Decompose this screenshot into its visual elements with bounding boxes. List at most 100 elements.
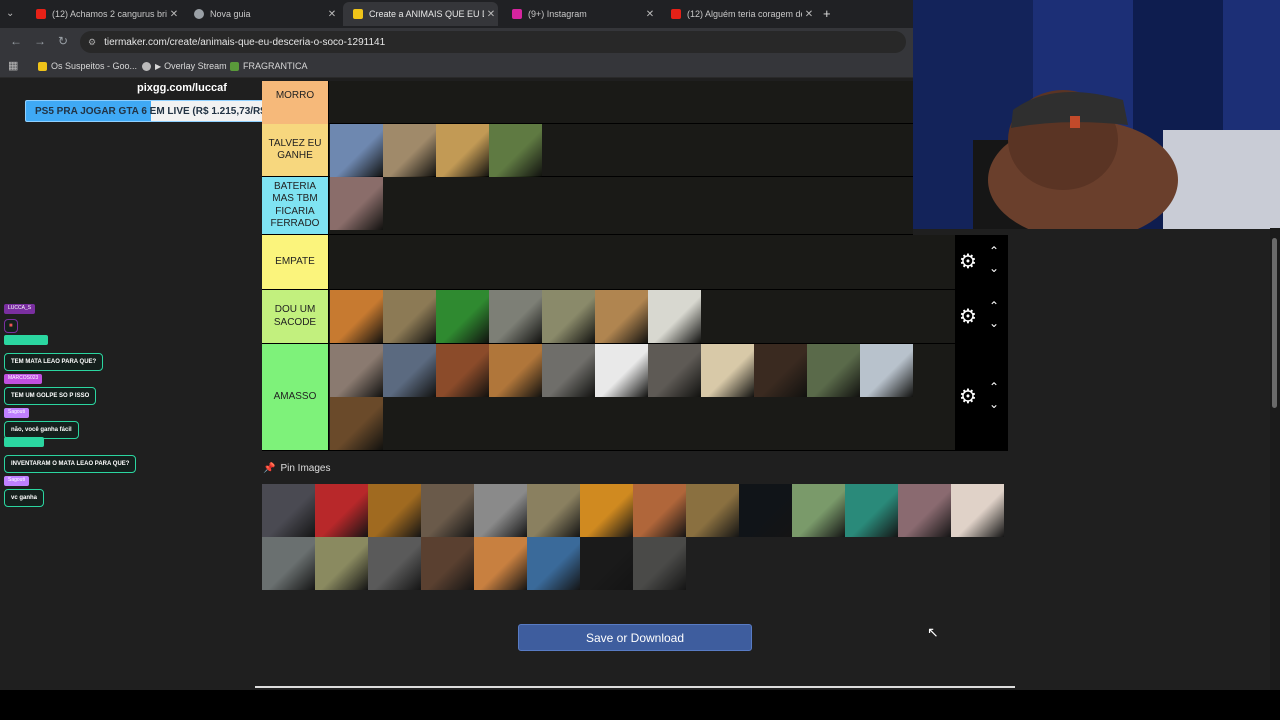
animal-image-thumbnail[interactable] [474,537,527,590]
bookmark-item[interactable]: Os Suspeitos - Goo... [38,61,137,71]
animal-image-thumbnail[interactable] [330,397,383,450]
animal-image-thumbnail[interactable] [368,537,421,590]
animal-image-thumbnail[interactable] [595,290,648,343]
animal-image-thumbnail[interactable] [421,484,474,537]
tier-controls: ⚙ ⌃ ⌄ [955,290,1008,344]
tier-label[interactable]: BATERIA MAS TBM FICARIA FERRADO [262,177,329,234]
move-tier-up-chevron-icon[interactable]: ⌃ [989,244,999,258]
animal-image-thumbnail[interactable] [262,537,315,590]
pin-images-toggle[interactable]: 📌 Pin Images [263,463,330,474]
animal-image-thumbnail[interactable] [436,344,489,397]
animal-image-thumbnail[interactable] [633,537,686,590]
tier-settings-gear-icon[interactable]: ⚙ [959,304,977,329]
close-tab-icon[interactable]: ✕ [643,9,657,20]
animal-image-thumbnail[interactable] [489,344,542,397]
animal-image-thumbnail[interactable] [580,484,633,537]
animal-image-thumbnail[interactable] [262,484,315,537]
bottom-band [0,690,1280,720]
site-info-icon[interactable]: ⚙ [88,37,96,48]
animal-image-thumbnail[interactable] [898,484,951,537]
tier-items[interactable] [330,124,913,177]
browser-tab-active[interactable]: Create a ANIMAIS QUE EU DESE ✕ [343,2,498,26]
browser-tab[interactable]: (12) Alguém teria coragem de ✕ [661,2,816,26]
animal-image-thumbnail[interactable] [542,290,595,343]
animal-image-thumbnail[interactable] [951,484,1004,537]
animal-image-thumbnail[interactable] [860,344,913,397]
chat-username: Sagouti [4,408,29,418]
animal-image-thumbnail[interactable] [648,290,701,343]
tier-row: DOU UM SACODE [262,290,955,344]
url-bar[interactable]: ⚙ tiermaker.com/create/animais-que-eu-de… [80,31,906,53]
animal-image-thumbnail[interactable] [383,344,436,397]
close-tab-icon[interactable]: ✕ [167,9,181,20]
animal-image-thumbnail[interactable] [807,344,860,397]
tier-settings-gear-icon[interactable]: ⚙ [959,384,977,409]
animal-image-thumbnail[interactable] [845,484,898,537]
bookmark-item[interactable]: FRAGRANTICA [230,61,308,71]
animal-image-thumbnail[interactable] [754,344,807,397]
browser-tab[interactable]: Nova guia ✕ [184,2,339,26]
animal-image-thumbnail[interactable] [330,290,383,343]
close-tab-icon[interactable]: ✕ [802,9,816,20]
animal-image-thumbnail[interactable] [368,484,421,537]
animal-image-thumbnail[interactable] [436,290,489,343]
animal-image-thumbnail[interactable] [633,484,686,537]
animal-image-thumbnail[interactable] [474,484,527,537]
animal-image-thumbnail[interactable] [542,344,595,397]
animal-image-thumbnail[interactable] [383,290,436,343]
tier-items[interactable] [330,290,955,343]
animal-image-thumbnail[interactable] [489,290,542,343]
apps-icon[interactable]: ▦ [8,59,18,72]
animal-image-thumbnail[interactable] [792,484,845,537]
screen: ⌄ (12) Achamos 2 cangurus brigan ✕ Nova … [0,0,1280,720]
back-icon[interactable]: ← [10,34,22,48]
animal-image-thumbnail[interactable] [383,124,436,177]
close-tab-icon[interactable]: ✕ [325,9,339,20]
animal-image-thumbnail[interactable] [489,124,542,177]
animal-image-thumbnail[interactable] [315,537,368,590]
tier-label[interactable]: EMPATE [262,235,329,289]
browser-tab[interactable]: (12) Achamos 2 cangurus brigan ✕ [26,2,181,26]
tab-title: (12) Achamos 2 cangurus brigan [52,9,167,19]
animal-image-thumbnail[interactable] [648,344,701,397]
image-pool[interactable] [262,484,1009,590]
animal-image-thumbnail[interactable] [739,484,792,537]
animal-image-thumbnail[interactable] [580,537,633,590]
animal-image-thumbnail[interactable] [436,124,489,177]
tier-row: BATERIA MAS TBM FICARIA FERRADO [262,177,913,235]
move-tier-up-chevron-icon[interactable]: ⌃ [989,380,999,394]
animal-image-thumbnail[interactable] [421,537,474,590]
animal-image-thumbnail[interactable] [527,537,580,590]
reload-icon[interactable]: ↻ [58,34,68,48]
animal-image-thumbnail[interactable] [595,344,648,397]
tier-settings-gear-icon[interactable]: ⚙ [959,249,977,274]
animal-image-thumbnail[interactable] [527,484,580,537]
scrollbar-thumb[interactable] [1272,238,1277,408]
animal-image-thumbnail[interactable] [701,344,754,397]
animal-image-thumbnail[interactable] [686,484,739,537]
animal-image-thumbnail[interactable] [330,177,383,230]
move-tier-up-chevron-icon[interactable]: ⌃ [989,299,999,313]
forward-icon[interactable]: → [34,34,46,48]
tier-items[interactable] [330,177,913,230]
animal-image-thumbnail[interactable] [330,124,383,177]
tier-label[interactable]: AMASSO [262,344,329,450]
tier-row: TALVEZ EU GANHE [262,124,913,177]
page-scrollbar[interactable] [1270,228,1280,690]
tier-items[interactable] [330,344,955,450]
animal-image-thumbnail[interactable] [330,344,383,397]
tab-search-icon[interactable]: ⌄ [6,8,14,19]
save-or-download-button[interactable]: Save or Download [518,624,752,651]
bookmark-item[interactable]: ▶ Overlay Stream [142,61,227,71]
move-tier-down-chevron-icon[interactable]: ⌄ [989,261,999,275]
tier-label[interactable]: TALVEZ EU GANHE [262,124,329,176]
move-tier-down-chevron-icon[interactable]: ⌄ [989,316,999,330]
tier-label[interactable]: DOU UM SACODE [262,290,329,343]
browser-tab[interactable]: (9+) Instagram ✕ [502,2,657,26]
animal-image-thumbnail[interactable] [315,484,368,537]
bookmark-label: FRAGRANTICA [243,61,308,71]
new-tab-button[interactable]: + [823,6,831,21]
tier-label[interactable]: MORRO [262,81,329,124]
close-tab-icon[interactable]: ✕ [484,9,498,20]
move-tier-down-chevron-icon[interactable]: ⌄ [989,397,999,411]
